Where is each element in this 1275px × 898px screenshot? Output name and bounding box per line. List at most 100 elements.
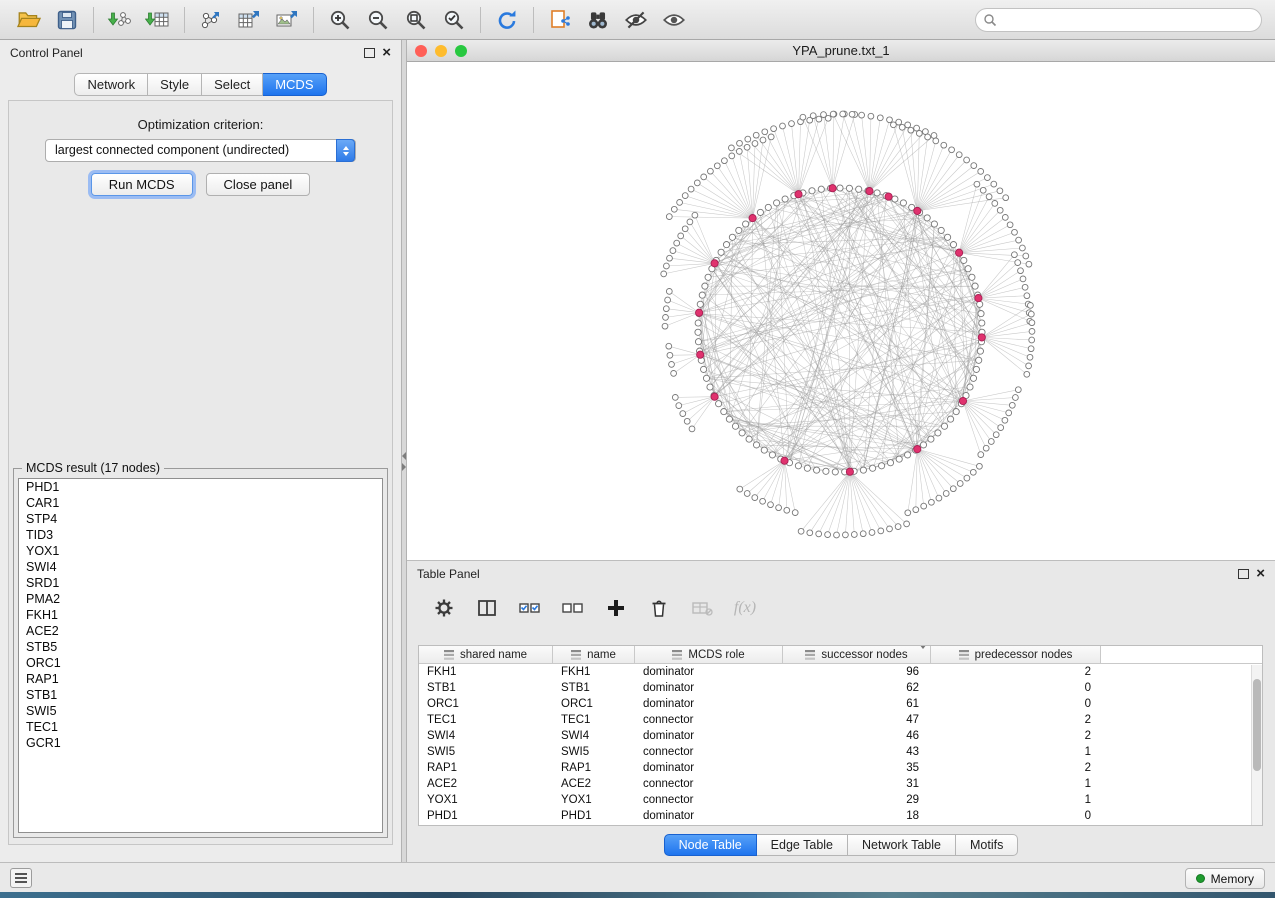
close-panel-button[interactable]: Close panel [206, 173, 311, 196]
mcds-result-item[interactable]: TEC1 [19, 719, 382, 735]
search-input[interactable] [975, 8, 1262, 32]
column-header-shared-name[interactable]: shared name [419, 646, 553, 663]
export-image-icon [274, 8, 300, 32]
network-graph[interactable] [407, 62, 1275, 560]
show-all-button[interactable] [655, 5, 693, 35]
table-row[interactable]: YOX1YOX1connector291 [419, 792, 1262, 808]
mcds-result-item[interactable]: SWI4 [19, 559, 382, 575]
close-panel-icon[interactable]: × [1256, 568, 1265, 580]
table-cell: SWI4 [553, 728, 635, 744]
mcds-result-item[interactable]: YOX1 [19, 543, 382, 559]
table-scrollbar[interactable] [1251, 665, 1262, 825]
mcds-result-item[interactable]: TID3 [19, 527, 382, 543]
table-settings-button[interactable] [431, 595, 457, 621]
run-mcds-button[interactable]: Run MCDS [91, 173, 193, 196]
refresh-view-button[interactable] [488, 5, 526, 35]
save-session-button[interactable] [48, 5, 86, 35]
tab-style[interactable]: Style [148, 73, 202, 96]
export-table-button[interactable] [230, 5, 268, 35]
select-all-button[interactable] [517, 595, 543, 621]
tab-network-table[interactable]: Network Table [848, 834, 956, 856]
criterion-dropdown[interactable]: largest connected component (undirected) [45, 139, 356, 162]
table-cell: dominator [635, 696, 783, 712]
deselect-all-button[interactable] [560, 595, 586, 621]
import-network-button[interactable] [101, 5, 139, 35]
task-history-button[interactable] [10, 868, 32, 888]
eye-slash-icon [623, 7, 649, 33]
new-column-button[interactable] [603, 595, 629, 621]
mcds-result-title: MCDS result (17 nodes) [22, 461, 164, 475]
hide-selected-button[interactable] [617, 5, 655, 35]
column-menu-icon[interactable] [919, 649, 927, 661]
table-row[interactable]: PHD1PHD1dominator180 [419, 808, 1262, 824]
scrollbar-thumb[interactable] [1253, 679, 1261, 771]
mcds-result-item[interactable]: ACE2 [19, 623, 382, 639]
mcds-result-item[interactable]: RAP1 [19, 671, 382, 687]
mcds-result-item[interactable]: PHD1 [19, 479, 382, 495]
table-row[interactable]: STB1STB1dominator620 [419, 680, 1262, 696]
tab-edge-table[interactable]: Edge Table [757, 834, 848, 856]
tab-network[interactable]: Network [74, 73, 148, 96]
mcds-result-item[interactable]: GCR1 [19, 735, 382, 751]
zoom-selected-button[interactable] [435, 5, 473, 35]
table-cell: 31 [783, 776, 931, 792]
maximize-window-icon[interactable] [455, 45, 467, 57]
table-row[interactable]: RAP1RAP1dominator352 [419, 760, 1262, 776]
find-button[interactable] [579, 5, 617, 35]
column-header-predecessor-nodes[interactable]: predecessor nodes [931, 646, 1101, 663]
delete-column-button[interactable] [646, 595, 672, 621]
close-window-icon[interactable] [415, 45, 427, 57]
mcds-result-item[interactable]: CAR1 [19, 495, 382, 511]
mcds-result-item[interactable]: FKH1 [19, 607, 382, 623]
table-row[interactable]: ACE2ACE2connector311 [419, 776, 1262, 792]
column-header-successor-nodes[interactable]: successor nodes [783, 646, 931, 663]
export-network-button[interactable] [192, 5, 230, 35]
table-cell: dominator [635, 728, 783, 744]
float-panel-icon[interactable] [364, 48, 375, 58]
table-cell: ORC1 [553, 696, 635, 712]
table-row[interactable]: FKH1FKH1dominator962 [419, 664, 1262, 680]
minimize-window-icon[interactable] [435, 45, 447, 57]
sort-icon [444, 650, 455, 660]
table-row[interactable]: SWI5SWI5connector431 [419, 744, 1262, 760]
zoom-out-button[interactable] [359, 5, 397, 35]
table-panel-title: Table Panel [417, 567, 480, 581]
zoom-in-button[interactable] [321, 5, 359, 35]
toggle-columns-button[interactable] [474, 595, 500, 621]
zoom-selected-icon [442, 8, 466, 32]
table-cell: 2 [931, 712, 1101, 728]
mcds-result-item[interactable]: SWI5 [19, 703, 382, 719]
function-builder-button[interactable]: f(x) [732, 595, 758, 621]
mcds-result-list[interactable]: PHD1CAR1STP4TID3YOX1SWI4SRD1PMA2FKH1ACE2… [18, 478, 383, 833]
table-body: FKH1FKH1dominator962STB1STB1dominator620… [419, 664, 1262, 824]
duplicate-network-button[interactable] [541, 5, 579, 35]
mcds-result-item[interactable]: ORC1 [19, 655, 382, 671]
table-row[interactable]: ORC1ORC1dominator610 [419, 696, 1262, 712]
mcds-result-item[interactable]: PMA2 [19, 591, 382, 607]
tab-motifs[interactable]: Motifs [956, 834, 1018, 856]
divider-handle-icon[interactable] [402, 452, 406, 471]
tab-select[interactable]: Select [202, 73, 263, 96]
tab-mcds[interactable]: MCDS [263, 73, 326, 96]
float-panel-icon[interactable] [1238, 569, 1249, 579]
optimization-criterion-label: Optimization criterion: [9, 117, 392, 132]
table-row[interactable]: TEC1TEC1connector472 [419, 712, 1262, 728]
close-panel-icon[interactable]: × [382, 47, 391, 59]
import-table-disabled-button[interactable] [689, 595, 715, 621]
mcds-result-item[interactable]: STP4 [19, 511, 382, 527]
open-file-button[interactable] [10, 5, 48, 35]
mcds-result-item[interactable]: STB1 [19, 687, 382, 703]
tab-node-table[interactable]: Node Table [664, 834, 757, 856]
column-header-mcds-role[interactable]: MCDS role [635, 646, 783, 663]
deselect-all-icon [561, 597, 585, 619]
table-cell: dominator [635, 680, 783, 696]
export-image-button[interactable] [268, 5, 306, 35]
network-canvas[interactable] [407, 62, 1275, 560]
mcds-result-item[interactable]: STB5 [19, 639, 382, 655]
zoom-fit-button[interactable] [397, 5, 435, 35]
column-header-name[interactable]: name [553, 646, 635, 663]
import-table-button[interactable] [139, 5, 177, 35]
mcds-result-item[interactable]: SRD1 [19, 575, 382, 591]
table-row[interactable]: SWI4SWI4dominator462 [419, 728, 1262, 744]
memory-button[interactable]: Memory [1185, 868, 1265, 889]
